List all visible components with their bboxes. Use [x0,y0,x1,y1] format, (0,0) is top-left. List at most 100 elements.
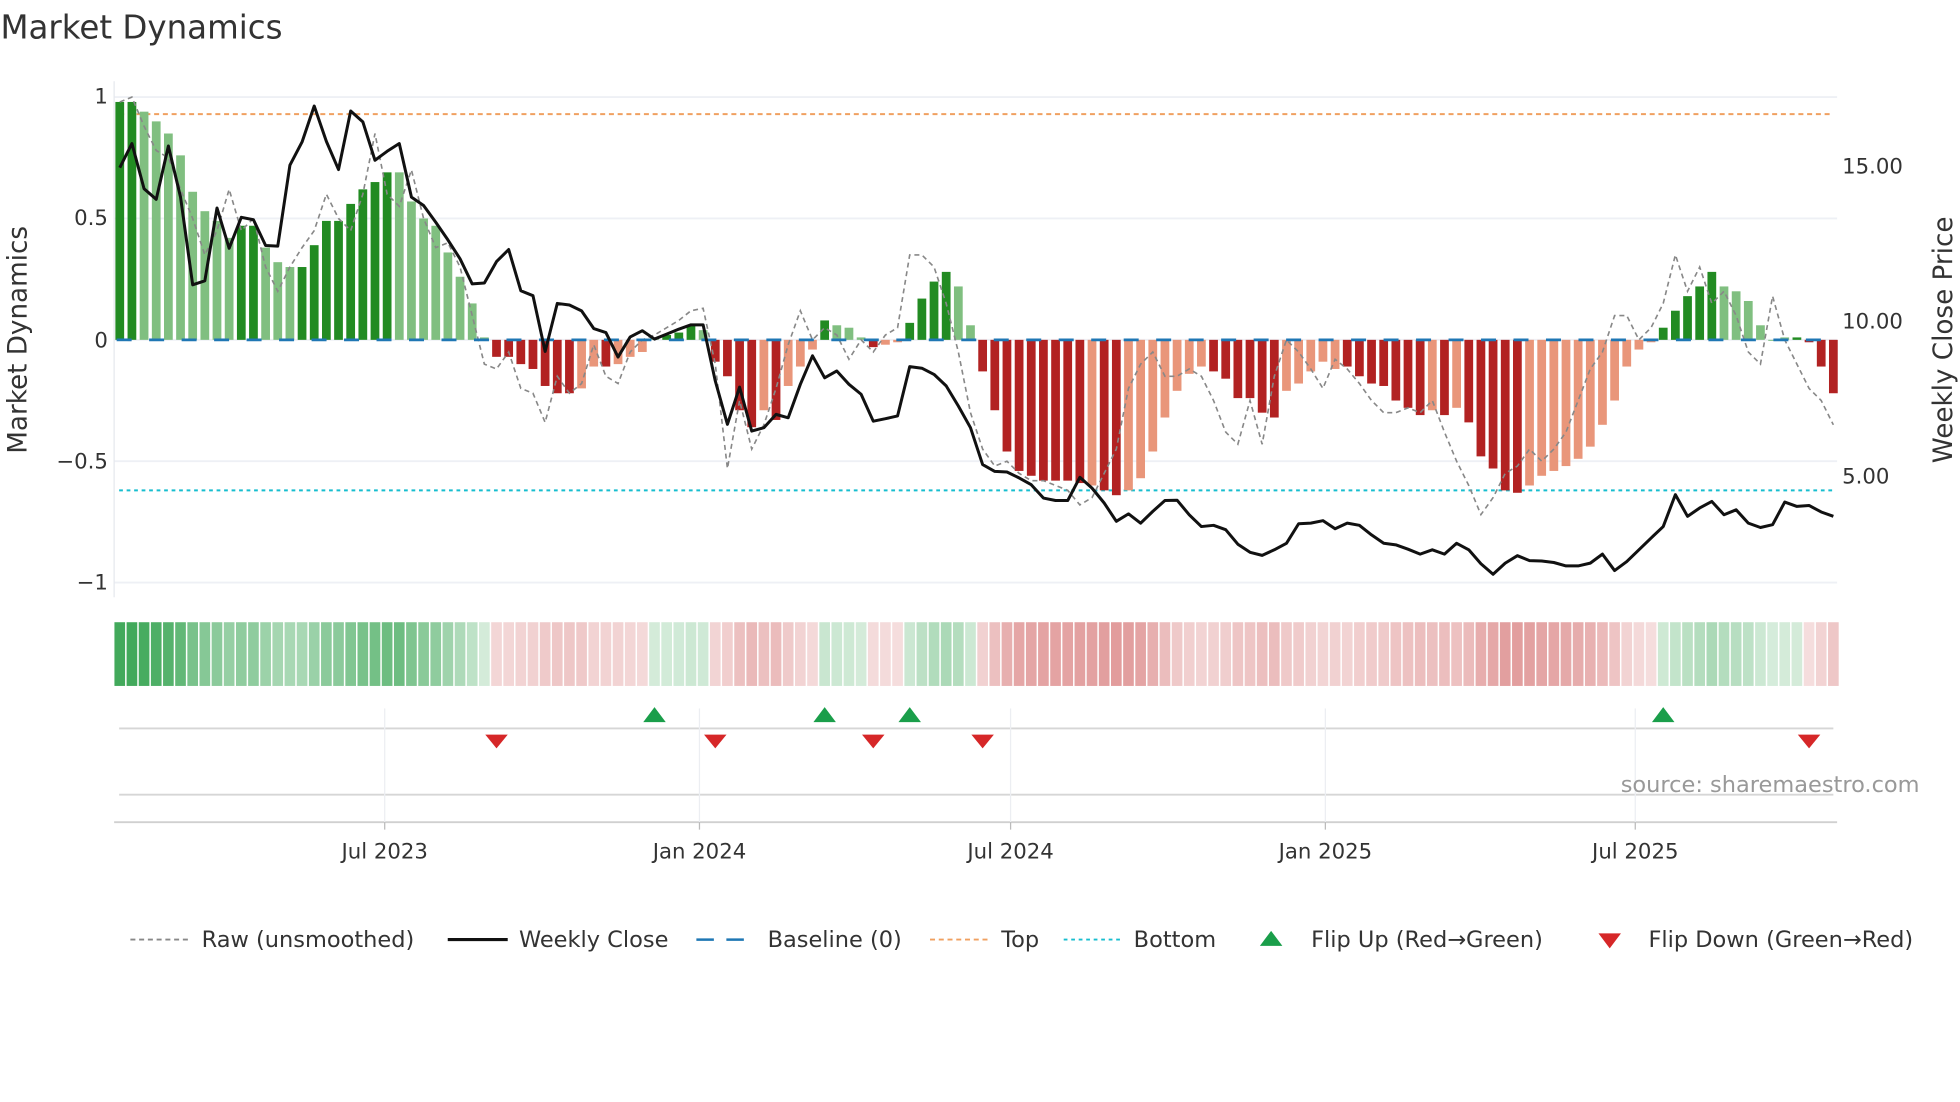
chart-title: Market Dynamics [0,9,282,47]
strip-cell [454,622,466,686]
dynamics-bar [1415,339,1425,416]
legend-label: Weekly Close [519,927,668,953]
flip-down-marker [704,734,727,749]
dynamics-bar [358,189,368,340]
dynamics-bar [990,339,1000,411]
strip-cell [1390,622,1402,686]
flip-down-marker [862,734,885,749]
strip-cell [381,622,393,686]
dynamics-bar [929,281,939,340]
dynamics-bar [589,339,599,367]
strip-cell [393,622,405,686]
strip-cell [1742,622,1754,686]
dynamics-bar [1245,339,1255,399]
dynamics-bar [1670,310,1680,340]
strip-cell [187,622,199,686]
strip-cell [1256,622,1268,686]
strip-cell [308,622,320,686]
strip-cell [1512,622,1523,686]
dynamics-bar [1306,339,1316,372]
strip-cell [904,622,916,686]
strip-cell [685,622,697,686]
strip-cell [235,622,247,686]
strip-cell [1597,622,1608,686]
strip-cell [758,622,770,686]
source-label: source: sharemaestro.com [1621,772,1920,798]
dynamics-bar [905,322,915,340]
strip-cell [1524,622,1535,686]
strip-cell [1718,622,1730,686]
dynamics-bar [1464,339,1474,423]
strip-cell [1572,622,1584,686]
x-tick-label: Jul 2025 [1590,839,1678,864]
x-tick-label: Jan 2024 [651,839,747,864]
strip-cell [539,622,551,686]
dynamics-bar [1221,339,1231,379]
strip-cell [1475,622,1487,686]
dynamics-bar [1172,339,1182,391]
strip-cell [1171,622,1183,686]
flip-down-marker [485,734,508,749]
dynamics-bar [1026,339,1036,476]
strip-cell [1135,622,1146,686]
strip-cell [637,622,648,686]
strip-cell [1038,622,1049,686]
strip-cell [1062,622,1074,686]
y-tick-label: 1 [94,85,108,110]
legend: Raw (unsmoothed) Weekly Close Baseline (… [130,927,1913,953]
dynamics-bar [1513,339,1522,493]
strip-cell [430,622,442,686]
strip-cell [612,622,624,686]
dynamics-bar [1403,339,1413,408]
dynamics-bar [249,225,258,340]
strip-cell [697,622,709,686]
legend-label: Flip Down (Green→Red) [1648,927,1913,953]
dynamics-bar [1634,339,1644,350]
strip-cell [1791,622,1803,686]
strip-cell [770,622,782,686]
strip-cell [564,622,575,686]
dynamics-bar [1731,291,1741,340]
dynamics-bar [1099,339,1109,491]
strip-cell [795,622,806,686]
legend-label: Bottom [1134,927,1216,953]
dynamics-bar [1160,339,1170,418]
dynamics-bar [978,339,988,372]
y-tick-label: 0 [94,328,108,353]
regime-strip [114,622,1839,686]
dynamics-bar [723,339,732,377]
strip-cell [1329,622,1341,686]
dynamics-bar [1488,339,1498,469]
strip-cell [661,622,672,686]
strip-cell [1025,622,1037,686]
strip-cell [503,622,514,686]
strip-cell [163,622,174,686]
strip-cell [746,622,758,686]
flip-up-marker [898,707,921,723]
dynamics-bar [236,225,246,340]
dynamics-bar [966,325,975,340]
strip-cell [1098,622,1110,686]
dynamics-bar [1561,339,1571,467]
dynamics-bar [285,267,295,340]
strip-cell [892,622,903,686]
dynamics-bar [747,339,757,428]
dynamics-bar [1500,339,1510,491]
dynamics-bar [224,237,234,340]
dynamics-bar [1342,339,1352,367]
dynamics-bar [1233,339,1243,399]
strip-cell [709,622,721,686]
dynamics-bar [1379,339,1389,386]
dynamics-bar [297,267,307,340]
strip-cell [1268,622,1280,686]
dynamics-bar [637,339,647,352]
left-y-ticks: 1 0.5 0 −0.5 −1 [56,85,108,596]
dynamics-bar [151,121,161,340]
dynamics-bar [881,339,890,345]
lower-panel-grid [114,727,1838,824]
strip-cell [867,622,879,686]
strip-cell [1621,622,1633,686]
strip-cell [1244,622,1256,686]
strip-cell [223,622,235,686]
strip-cell [1232,622,1244,686]
